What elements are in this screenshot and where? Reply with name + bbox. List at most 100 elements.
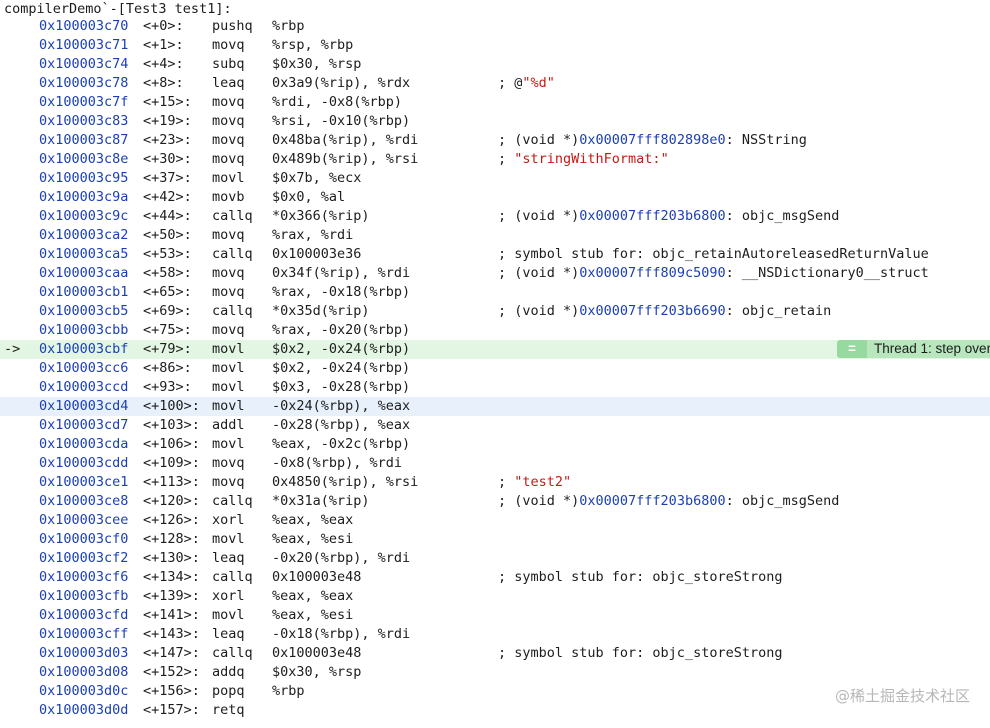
instruction-opcode: addl	[212, 417, 245, 433]
instruction-offset: <+15>:	[143, 94, 192, 110]
instruction-row[interactable]: 0x100003c87 <+23>: movq 0x48ba(%rip), %rdi;…	[0, 131, 990, 150]
instruction-row[interactable]: 0x100003cf2 <+130>: leaq -0x20(%rbp), %rdi	[0, 549, 990, 568]
instruction-row[interactable]: 0x100003c8e <+30>: movq 0x489b(%rip), %rsi;…	[0, 150, 990, 169]
instruction-address: 0x100003ca5	[39, 246, 129, 262]
instruction-operands: %rax, %rdi	[272, 227, 354, 243]
instruction-opcode: movb	[212, 189, 245, 205]
instruction-operands: $0x3, -0x28(%rbp)	[272, 379, 411, 395]
instruction-row[interactable]: 0x100003d08 <+152>: addq $0x30, %rsp	[0, 663, 990, 682]
instruction-address: 0x100003c74	[39, 56, 129, 72]
instruction-row[interactable]: 0x100003cf6 <+134>: callq 0x100003e48 ; symb…	[0, 568, 990, 587]
instruction-opcode: movl	[212, 360, 245, 376]
instruction-opcode: leaq	[212, 550, 245, 566]
instruction-row[interactable]: 0x100003ca2 <+50>: movq %rax, %rdi	[0, 226, 990, 245]
instruction-comment: ; @"%d"	[498, 74, 555, 93]
thread-status-badge[interactable]: = Thread 1: step over	[837, 340, 990, 358]
instruction-row[interactable]: 0x100003d03 <+147>: callq 0x100003e48 ; symb…	[0, 644, 990, 663]
instruction-operands: %rbp	[272, 18, 305, 34]
instruction-row[interactable]: 0x100003cff <+143>: leaq -0x18(%rbp), %rdi	[0, 625, 990, 644]
current-instruction-row[interactable]: -> 0x100003cbf <+79>: movl $0x2, -0x24(%rbp)…	[0, 340, 990, 359]
instruction-address: 0x100003cbb	[39, 322, 129, 338]
instruction-operands: -0x28(%rbp), %eax	[272, 417, 411, 433]
instruction-row[interactable]: 0x100003ce8 <+120>: callq *0x31a(%rip) ; (vo…	[0, 492, 990, 511]
instruction-operands: 0x100003e48	[272, 645, 362, 661]
instruction-operands: $0x2, -0x24(%rbp)	[272, 341, 411, 357]
instruction-row[interactable]: 0x100003ccd <+93>: movl $0x3, -0x28(%rbp)	[0, 378, 990, 397]
instruction-address: 0x100003c8e	[39, 151, 129, 167]
instruction-row[interactable]: 0x100003cdd <+109>: movq -0x8(%rbp), %rdi	[0, 454, 990, 473]
instruction-opcode: leaq	[212, 626, 245, 642]
comment-string: "%d"	[522, 75, 555, 91]
instruction-address: 0x100003d08	[39, 664, 129, 680]
instruction-row[interactable]: 0x100003c9a <+42>: movb $0x0, %al	[0, 188, 990, 207]
instruction-offset: <+79>:	[143, 341, 192, 357]
instruction-operands: $0x30, %rsp	[272, 56, 362, 72]
comment-prefix: ; (void *)	[498, 132, 580, 148]
instruction-row[interactable]: 0x100003cda <+106>: movl %eax, -0x2c(%rbp)	[0, 435, 990, 454]
instruction-row[interactable]: 0x100003c7f <+15>: movq %rdi, -0x8(%rbp)	[0, 93, 990, 112]
instruction-offset: <+1>:	[143, 37, 184, 53]
instruction-opcode: xorl	[212, 512, 245, 528]
instruction-operands: $0x30, %rsp	[272, 664, 362, 680]
instruction-row[interactable]: 0x100003c78 <+8>: leaq 0x3a9(%rip), %rdx ; @…	[0, 74, 990, 93]
instruction-address: 0x100003cf0	[39, 531, 129, 547]
instruction-row[interactable]: 0x100003c70 <+0>: pushq %rbp	[0, 17, 990, 36]
instruction-row[interactable]: 0x100003ca5 <+53>: callq 0x100003e36 ; symbo…	[0, 245, 990, 264]
disassembly-listing[interactable]: 0x100003c70 <+0>: pushq %rbp 0x100003c71 <+1>…	[0, 17, 990, 720]
instruction-opcode: movq	[212, 94, 245, 110]
comment-prefix: ; @	[498, 75, 523, 91]
instruction-comment: ; symbol stub for: objc_retainAutoreleas…	[498, 245, 929, 264]
instruction-row[interactable]: 0x100003cb1 <+65>: movq %rax, -0x18(%rbp)	[0, 283, 990, 302]
instruction-row[interactable]: 0x100003cd7 <+103>: addl -0x28(%rbp), %eax	[0, 416, 990, 435]
instruction-row[interactable]: 0x100003cfb <+139>: xorl %eax, %eax	[0, 587, 990, 606]
instruction-offset: <+19>:	[143, 113, 192, 129]
instruction-comment: ; (void *)0x00007fff203b6800: objc_msgSe…	[498, 207, 839, 226]
instruction-row[interactable]: 0x100003c71 <+1>: movq %rsp, %rbp	[0, 36, 990, 55]
comment-pointer: 0x00007fff203b6800	[579, 493, 726, 509]
instruction-opcode: callq	[212, 569, 253, 585]
program-counter-arrow: ->	[4, 341, 21, 357]
instruction-offset: <+109>:	[143, 455, 200, 471]
instruction-address: 0x100003cb1	[39, 284, 129, 300]
instruction-row[interactable]: 0x100003cee <+126>: xorl %eax, %eax	[0, 511, 990, 530]
instruction-comment: ; symbol stub for: objc_storeStrong	[498, 568, 782, 587]
watermark: @稀土掘金技术社区	[834, 687, 970, 705]
thread-status-label: Thread 1: step over	[874, 341, 990, 356]
thread-equals-icon: =	[837, 340, 867, 358]
instruction-row[interactable]: 0x100003cc6 <+86>: movl $0x2, -0x24(%rbp)	[0, 359, 990, 378]
instruction-address: 0x100003cf2	[39, 550, 129, 566]
instruction-row[interactable]: 0x100003cf0 <+128>: movl %eax, %esi	[0, 530, 990, 549]
instruction-row[interactable]: 0x100003cbb <+75>: movq %rax, -0x20(%rbp)	[0, 321, 990, 340]
instruction-row[interactable]: 0x100003caa <+58>: movq 0x34f(%rip), %rdi ; …	[0, 264, 990, 283]
instruction-offset: <+113>:	[143, 474, 200, 490]
instruction-row[interactable]: 0x100003c9c <+44>: callq *0x366(%rip) ; (voi…	[0, 207, 990, 226]
instruction-offset: <+93>:	[143, 379, 192, 395]
instruction-row[interactable]: 0x100003c74 <+4>: subq $0x30, %rsp	[0, 55, 990, 74]
instruction-operands: %eax, %esi	[272, 531, 354, 547]
instruction-offset: <+147>:	[143, 645, 200, 661]
instruction-address: 0x100003d0c	[39, 683, 129, 699]
instruction-row[interactable]: 0x100003cfd <+141>: movl %eax, %esi	[0, 606, 990, 625]
comment-prefix: ; symbol stub for: objc_storeStrong	[498, 569, 783, 585]
instruction-address: 0x100003cd4	[39, 398, 129, 414]
instruction-opcode: movl	[212, 531, 245, 547]
instruction-row[interactable]: 0x100003ce1 <+113>: movq 0x4850(%rip), %rsi…	[0, 473, 990, 492]
instruction-opcode: popq	[212, 683, 245, 699]
instruction-comment: ; "test2"	[498, 473, 571, 492]
instruction-address: 0x100003cff	[39, 626, 129, 642]
instruction-offset: <+50>:	[143, 227, 192, 243]
instruction-address: 0x100003c71	[39, 37, 129, 53]
instruction-opcode: callq	[212, 493, 253, 509]
instruction-row[interactable]: 0x100003cb5 <+69>: callq *0x35d(%rip) ; (voi…	[0, 302, 990, 321]
comment-prefix: ; (void *)	[498, 208, 580, 224]
comment-prefix: ; (void *)	[498, 303, 580, 319]
instruction-operands: %rsp, %rbp	[272, 37, 354, 53]
instruction-row[interactable]: 0x100003c95 <+37>: movl $0x7b, %ecx	[0, 169, 990, 188]
instruction-opcode: subq	[212, 56, 245, 72]
instruction-offset: <+103>:	[143, 417, 200, 433]
comment-pointer: 0x00007fff203b6800	[579, 208, 726, 224]
instruction-row[interactable]: 0x100003cd4 <+100>: movl -0x24(%rbp), %eax	[0, 397, 990, 416]
instruction-operands: $0x2, -0x24(%rbp)	[272, 360, 411, 376]
instruction-address: 0x100003c7f	[39, 94, 129, 110]
instruction-row[interactable]: 0x100003c83 <+19>: movq %rsi, -0x10(%rbp)	[0, 112, 990, 131]
